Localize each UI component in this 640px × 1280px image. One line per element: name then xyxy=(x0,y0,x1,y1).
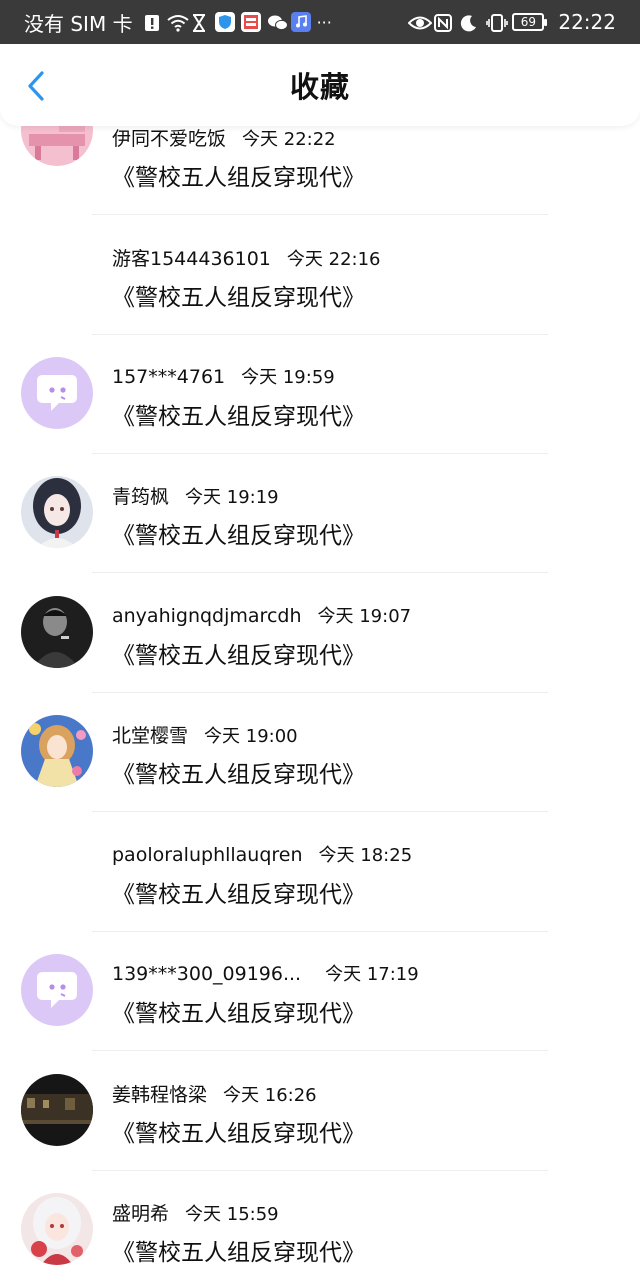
favorites-list: 伊同不爱吃饭 今天 22:22 《警校五人组反穿现代》 游客1544436101 今… xyxy=(0,96,640,1280)
username: paoloraluphllauqren xyxy=(112,844,303,866)
book-title: 《警校五人组反穿现代》 xyxy=(112,643,365,669)
item-meta: 伊同不爱吃饭 今天 22:22 xyxy=(112,124,336,151)
username: 157***4761 xyxy=(112,366,226,388)
list-item[interactable]: 139***300_09196... 今天 17:19 《警校五人组反穿现代》 xyxy=(0,932,640,1051)
divider xyxy=(92,572,548,573)
sim-alert-icon xyxy=(143,13,161,31)
clock: 22:22 xyxy=(558,10,616,34)
avatar xyxy=(21,954,93,1026)
timestamp: 今天 19:07 xyxy=(317,606,412,627)
status-bar: 没有 SIM 卡 ··· 69 22:22 xyxy=(0,0,640,44)
timestamp: 今天 18:25 xyxy=(318,845,413,866)
username: 游客1544436101 xyxy=(112,248,271,270)
item-meta: anyahignqdjmarcdh 今天 19:07 xyxy=(112,602,411,628)
list-item[interactable]: 157***4761 今天 19:59 《警校五人组反穿现代》 xyxy=(0,335,640,454)
divider xyxy=(92,1050,548,1051)
book-title: 《警校五人组反穿现代》 xyxy=(112,165,365,191)
security-shield-icon xyxy=(214,12,235,32)
list-item[interactable]: paoloraluphllauqren 今天 18:25 《警校五人组反穿现代》 xyxy=(0,813,640,932)
avatar xyxy=(21,596,93,668)
timestamp: 今天 19:19 xyxy=(185,487,279,508)
do-not-disturb-moon-icon xyxy=(460,13,478,32)
item-meta: 游客1544436101 今天 22:16 xyxy=(112,244,381,271)
wifi-icon xyxy=(166,13,189,32)
divider xyxy=(92,811,548,812)
eye-comfort-icon xyxy=(407,13,433,31)
item-meta: 北堂樱雪 今天 19:00 xyxy=(112,721,298,748)
book-title: 《警校五人组反穿现代》 xyxy=(112,1001,365,1027)
timestamp: 今天 19:59 xyxy=(241,367,335,388)
username: 139***300_09196... xyxy=(112,963,302,985)
complaint-app-icon xyxy=(240,12,261,32)
item-meta: 盛明希 今天 15:59 xyxy=(112,1199,279,1226)
page-title: 收藏 xyxy=(289,70,350,104)
timestamp: 今天 15:59 xyxy=(185,1204,279,1225)
chat-bubble-icon xyxy=(37,972,77,1008)
list-item[interactable]: 盛明希 今天 15:59 《警校五人组反穿现代》 xyxy=(0,1171,640,1280)
timestamp: 今天 17:19 xyxy=(325,964,419,985)
book-title: 《警校五人组反穿现代》 xyxy=(112,1240,365,1266)
music-app-icon xyxy=(290,12,311,32)
book-title: 《警校五人组反穿现代》 xyxy=(112,285,365,311)
list-item[interactable]: 北堂樱雪 今天 19:00 《警校五人组反穿现代》 xyxy=(0,693,640,812)
navigation-header: 收藏 xyxy=(0,44,640,126)
status-bar-left: 没有 SIM 卡 ··· xyxy=(24,8,408,37)
username: anyahignqdjmarcdh xyxy=(112,605,302,627)
item-meta: 157***4761 今天 19:59 xyxy=(112,363,335,389)
username: 北堂樱雪 xyxy=(112,725,189,747)
battery-icon: 69 xyxy=(512,13,548,31)
username: 盛明希 xyxy=(112,1203,170,1225)
back-button[interactable] xyxy=(20,70,52,102)
book-title: 《警校五人组反穿现代》 xyxy=(112,762,365,788)
avatar xyxy=(21,476,93,548)
item-meta: paoloraluphllauqren 今天 18:25 xyxy=(112,841,412,867)
wechat-icon xyxy=(267,13,288,31)
timestamp: 今天 22:16 xyxy=(286,249,381,270)
avatar xyxy=(21,1074,93,1146)
status-bar-right: 69 22:22 xyxy=(407,10,616,34)
book-title: 《警校五人组反穿现代》 xyxy=(112,523,365,549)
chat-bubble-icon xyxy=(37,375,77,411)
avatar xyxy=(21,1193,93,1265)
list-item[interactable]: 游客1544436101 今天 22:16 《警校五人组反穿现代》 xyxy=(0,216,640,335)
book-title: 《警校五人组反穿现代》 xyxy=(112,1121,365,1147)
book-title: 《警校五人组反穿现代》 xyxy=(112,882,365,908)
nfc-icon xyxy=(434,13,453,32)
hourglass-icon xyxy=(191,13,209,32)
list-item[interactable]: anyahignqdjmarcdh 今天 19:07 《警校五人组反穿现代》 xyxy=(0,574,640,693)
timestamp: 今天 22:22 xyxy=(242,129,336,150)
username: 伊同不爱吃饭 xyxy=(112,128,227,150)
avatar xyxy=(21,357,93,429)
username: 青筠枫 xyxy=(112,486,170,508)
vibrate-icon xyxy=(486,13,509,32)
item-meta: 青筠枫 今天 19:19 xyxy=(112,482,279,509)
item-meta: 139***300_09196... 今天 17:19 xyxy=(112,960,419,986)
avatar xyxy=(21,715,93,787)
more-notifications-icon: ··· xyxy=(316,12,332,32)
divider xyxy=(92,214,548,215)
timestamp: 今天 16:26 xyxy=(223,1085,317,1106)
item-meta: 姜韩程恪梁 今天 16:26 xyxy=(112,1080,317,1107)
list-item[interactable]: 姜韩程恪梁 今天 16:26 《警校五人组反穿现代》 xyxy=(0,1052,640,1171)
carrier-label: 没有 SIM 卡 xyxy=(24,11,133,36)
list-item[interactable]: 青筠枫 今天 19:19 《警校五人组反穿现代》 xyxy=(0,454,640,573)
username: 姜韩程恪梁 xyxy=(112,1084,208,1106)
chevron-left-icon xyxy=(28,71,44,101)
timestamp: 今天 19:00 xyxy=(204,726,298,747)
book-title: 《警校五人组反穿现代》 xyxy=(112,404,365,430)
